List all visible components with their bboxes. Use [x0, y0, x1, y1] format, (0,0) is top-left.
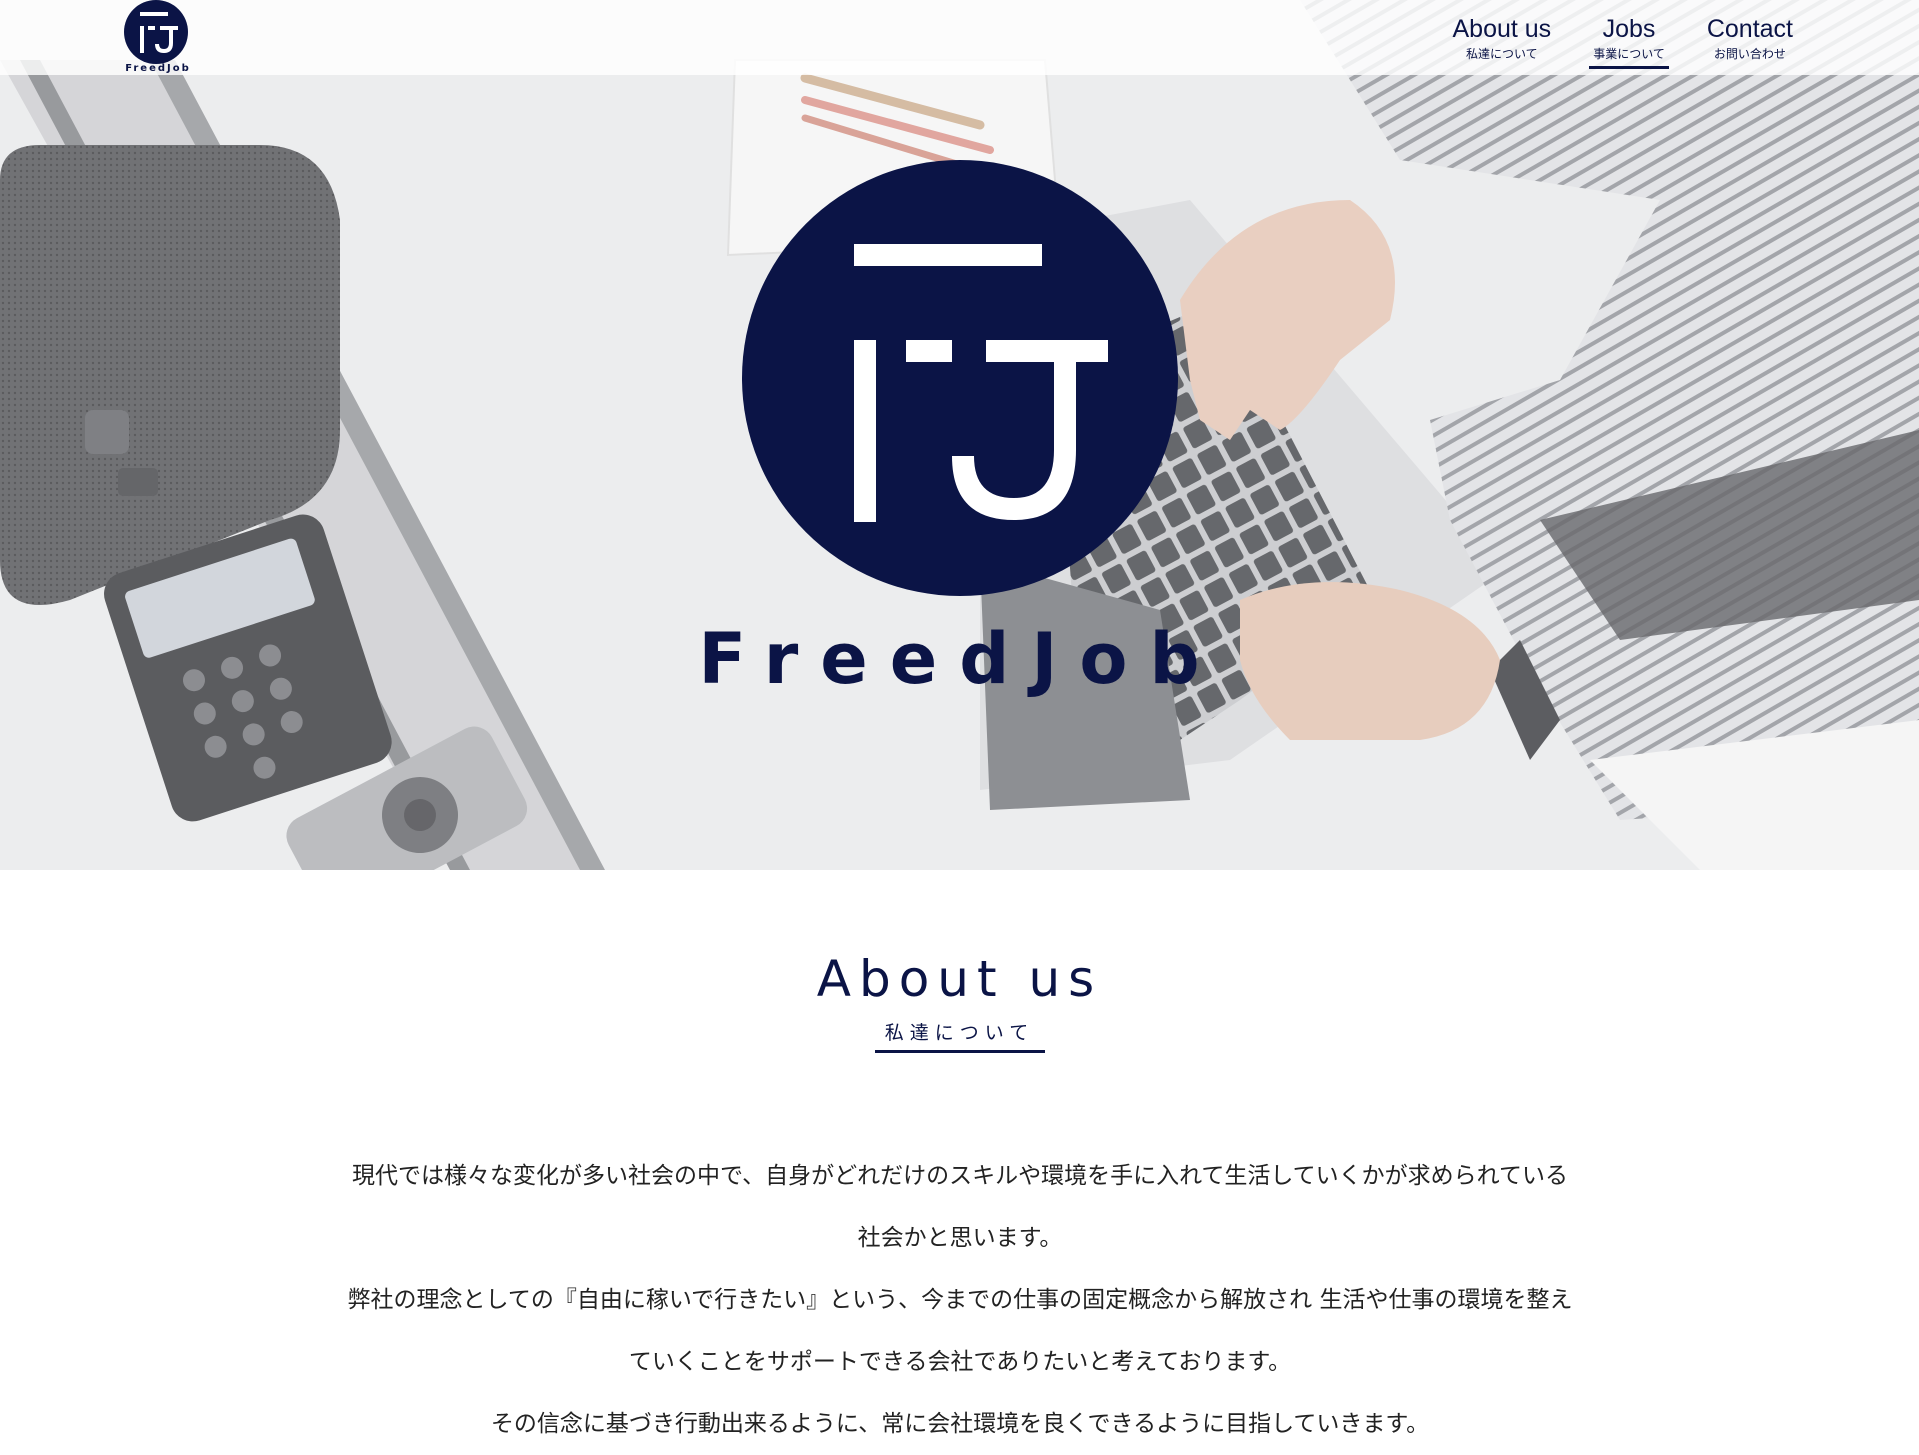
about-paragraph: 現代では様々な変化が多い社会の中で、自身がどれだけのスキルや環境を手に入れて生活…	[351, 1163, 1568, 1189]
about-paragraph: その信念に基づき行動出来るように、常に会社環境を良くできるように目指していきます…	[490, 1411, 1430, 1437]
about-subtitle: 私達について	[884, 1022, 1035, 1044]
nav-label-ja: 私達について	[1466, 47, 1538, 61]
about-body: 現代では様々な変化が多い社会の中で、自身がどれだけのスキルや環境を手に入れて生活…	[260, 1145, 1660, 1455]
about-title-underline	[875, 1050, 1045, 1053]
nav-label-en: Jobs	[1602, 15, 1656, 43]
header-logo[interactable]: FreedJob	[124, 0, 192, 78]
site-header: FreedJob About us 私達について Jobs 事業について Con…	[0, 0, 1919, 75]
nav-label-en: About us	[1452, 15, 1552, 43]
freedjob-small-logo-icon	[124, 0, 188, 64]
nav-item-about-us[interactable]: About us 私達について	[1449, 14, 1556, 70]
nav-item-contact[interactable]: Contact お問い合わせ	[1703, 14, 1797, 70]
nav-label-ja: 事業について	[1593, 47, 1665, 61]
nav-label-ja: お問い合わせ	[1713, 47, 1786, 61]
freedjob-logo-icon	[742, 160, 1178, 596]
hero-wordmark: FreedJob	[698, 618, 1222, 700]
nav-item-jobs[interactable]: Jobs 事業について	[1589, 14, 1669, 70]
about-paragraph: 社会かと思います。	[857, 1225, 1063, 1251]
about-paragraph: 弊社の理念としての『自由に稼いで行きたい』という、今までの仕事の固定概念から解放…	[347, 1287, 1573, 1313]
nav-label-en: Contact	[1706, 15, 1793, 43]
about-title: About us	[816, 950, 1103, 1008]
about-paragraph: ていくことをサポートできる会社でありたいと考えております。	[628, 1349, 1292, 1375]
header-brand-name: FreedJob	[125, 63, 191, 74]
hero-section: FreedJob	[0, 0, 1919, 870]
main-nav: About us 私達について Jobs 事業について Contact お問い合…	[1449, 14, 1798, 70]
